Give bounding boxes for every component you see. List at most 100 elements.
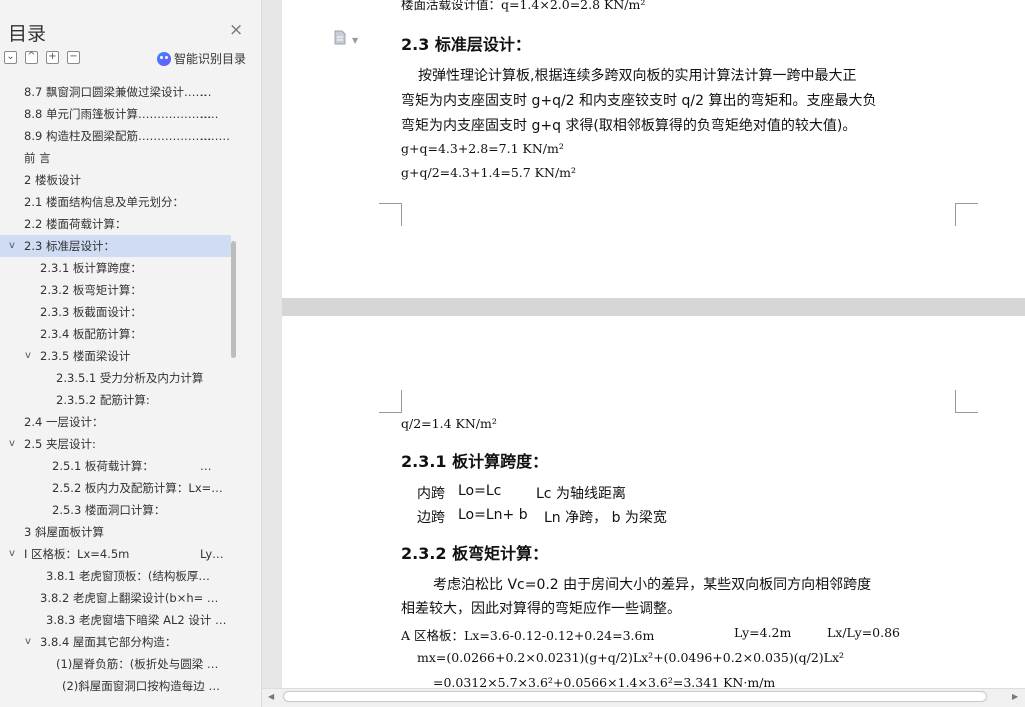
- toc-item[interactable]: 2.3.2 板弯矩计算：: [0, 279, 231, 301]
- toc-item-suffix: …: [200, 85, 212, 99]
- add-heading-icon[interactable]: +: [46, 51, 59, 64]
- toc-item[interactable]: 8.9 构造柱及圈梁配筋………………………: [0, 125, 231, 147]
- horizontal-scroll-thumb[interactable]: [283, 691, 987, 702]
- margin-corner-mark: [379, 390, 402, 413]
- toc-item-label: 3 斜屋面板计算: [24, 525, 104, 539]
- ruler-gutter: [262, 0, 282, 688]
- chevron-down-icon[interactable]: v: [9, 433, 15, 455]
- toc-item[interactable]: 2.3.3 板截面设计：: [0, 301, 231, 323]
- toc-item-label: 2.3.5 楼面梁设计: [40, 349, 131, 363]
- toc-item[interactable]: 8.8 单元门雨篷板计算……………………: [0, 103, 231, 125]
- section-heading-2-3-1: 2.3.1 板计算跨度：: [401, 452, 549, 471]
- toc-item-label: 2.3.1 板计算跨度：: [40, 261, 142, 275]
- toc-item[interactable]: 2.3.5.1 受力分析及内力计算: [0, 367, 231, 389]
- toc-item-label: 2.2 楼面荷载计算：: [24, 217, 127, 231]
- span-formula: Lo=Ln+ b: [458, 507, 528, 523]
- toc-item[interactable]: v 2.3 标准层设计：: [0, 235, 231, 257]
- toc-item[interactable]: 2 楼板设计: [0, 169, 231, 191]
- span-note: Ln 净跨， b 为梁宽: [544, 510, 667, 526]
- toc-item-label: 2.5 夹层设计:: [24, 437, 96, 451]
- toc-item[interactable]: 2.3.5.2 配筋计算:: [0, 389, 231, 411]
- toc-item[interactable]: v 2.5 夹层设计:: [0, 433, 231, 455]
- close-icon[interactable]: ×: [229, 20, 243, 40]
- remove-heading-icon[interactable]: −: [67, 51, 80, 64]
- toc-item-label: 2.3.4 板配筋计算：: [40, 327, 142, 341]
- paragraph-line: 考虑泊松比 Vc=0.2 由于房间大小的差异，某些双向板同方向相邻跨度: [433, 577, 872, 593]
- toc-scrollbar[interactable]: [231, 241, 236, 358]
- paragraph-line: 相差较大，因此对算得的弯矩应作一些调整。: [401, 601, 681, 617]
- expand-level-icon[interactable]: ^: [25, 51, 38, 64]
- margin-corner-mark: [955, 390, 978, 413]
- toc-item[interactable]: 2.3.4 板配筋计算：: [0, 323, 231, 345]
- span-note: Lc 为轴线距离: [536, 486, 626, 502]
- smart-toc-button[interactable]: 智能识别目录: [157, 50, 246, 67]
- toc-item-label: 2 楼板设计: [24, 173, 81, 187]
- paragraph-line: 弯矩为内支座固支时 g+q/2 和内支座铰支时 q/2 算出的弯矩和。支座最大负: [401, 93, 877, 109]
- toc-item[interactable]: v 3.8.4 屋面其它部分构造：: [0, 631, 231, 653]
- toc-item[interactable]: 2.2 楼面荷载计算：: [0, 213, 231, 235]
- chevron-down-icon[interactable]: ▼: [352, 36, 358, 45]
- span-formula: Lo=Lc: [458, 483, 502, 499]
- toc-item[interactable]: 3.8.2 老虎窗上翻梁设计(b×h= …: [0, 587, 231, 609]
- toc-title: 目录: [8, 23, 47, 45]
- toc-item[interactable]: 3 斜屋面板计算: [0, 521, 231, 543]
- toc-item-label: 2.5.2 板内力及配筋计算：Lx=…: [52, 481, 223, 495]
- toc-item[interactable]: 8.7 飘窗洞口圆梁兼做过梁设计………: [0, 81, 231, 103]
- toc-item[interactable]: 前 言: [0, 147, 231, 169]
- toc-item-label: 2.1 楼面结构信息及单元划分：: [24, 195, 184, 209]
- smart-toc-label: 智能识别目录: [174, 52, 247, 66]
- toc-item[interactable]: (2)斜屋面窗洞口按构造每边 …: [0, 675, 231, 697]
- toc-item-suffix: Ly…: [200, 547, 224, 561]
- toc-item-suffix: …: [200, 459, 212, 473]
- toc-item-label: 2.5.1 板荷载计算：: [52, 459, 154, 473]
- scroll-right-icon[interactable]: ▶: [1012, 692, 1018, 701]
- page-gap: [282, 298, 1025, 316]
- toc-item-label: 3.8.3 老虎窗墙下暗梁 AL2 设计 …: [46, 613, 227, 627]
- scroll-left-icon[interactable]: ◀: [268, 692, 274, 701]
- chevron-down-icon[interactable]: v: [25, 345, 31, 367]
- toc-item[interactable]: 2.4 一层设计：: [0, 411, 231, 433]
- toc-item-label: 前 言: [24, 151, 51, 165]
- toc-item[interactable]: v Ⅰ 区格板：Lx=4.5m Ly…: [0, 543, 231, 565]
- toc-item[interactable]: 2.1 楼面结构信息及单元划分：: [0, 191, 231, 213]
- cut-off-line: 楼面活载设计值：q=1.4×2.0=2.8 KN/m²: [401, 0, 646, 12]
- toc-item[interactable]: (1)屋脊负筋：(板折处与圆梁 …: [0, 653, 231, 675]
- formula-line: mx=(0.0266+0.2×0.0231)(g+q/2)Lx²+(0.0496…: [417, 650, 845, 665]
- toc-item-label: (2)斜屋面窗洞口按构造每边 …: [62, 679, 220, 693]
- toc-item-label: (1)屋脊负筋：(板折处与圆梁 …: [56, 657, 219, 671]
- toc-item-label: 2.3.3 板截面设计：: [40, 305, 142, 319]
- span-label: 内跨: [417, 486, 445, 502]
- toc-item-label: 2.3.5.2 配筋计算:: [56, 393, 150, 407]
- ai-assistant-icon: [157, 51, 171, 66]
- formula-line: g+q/2=4.3+1.4=5.7 KN/m²: [401, 165, 577, 180]
- section-heading-2-3-2: 2.3.2 板弯矩计算：: [401, 544, 549, 563]
- toc-item-label: 2.4 一层设计：: [24, 415, 104, 429]
- toc-item[interactable]: 2.5.2 板内力及配筋计算：Lx=…: [0, 477, 231, 499]
- margin-corner-mark: [955, 203, 978, 226]
- document-note-icon[interactable]: [334, 30, 346, 45]
- toc-item[interactable]: 2.5.1 板荷载计算： …: [0, 455, 231, 477]
- toc-sidebar: 目录 × ⌄ ^ + − 智能识别目录 8.7 飘窗洞口圆梁兼做过梁设计……… 8…: [0, 0, 262, 707]
- toc-item[interactable]: v 2.3.5 楼面梁设计: [0, 345, 231, 367]
- collapse-all-icon[interactable]: ⌄: [4, 51, 17, 64]
- formula-line: A 区格板：Lx=3.6-0.12-0.12+0.24=3.6m: [401, 628, 655, 643]
- paragraph-line: 按弹性理论计算板,根据连续多跨双向板的实用计算法计算一跨中最大正: [418, 68, 857, 84]
- formula-line: q/2=1.4 KN/m²: [401, 416, 497, 431]
- chevron-down-icon[interactable]: v: [25, 631, 31, 653]
- toc-item[interactable]: 3.8.1 老虎窗顶板：(结构板厚…: [0, 565, 231, 587]
- toc-item-label: 8.7 飘窗洞口圆梁兼做过梁设计……: [24, 85, 207, 99]
- paragraph-line: 弯矩为内支座固支时 g+q 求得(取相邻板算得的负弯矩绝对值的较大值)。: [401, 118, 857, 134]
- toc-item-label: 3.8.1 老虎窗顶板：(结构板厚…: [46, 569, 210, 583]
- chevron-down-icon[interactable]: v: [9, 235, 15, 257]
- toc-toolbar: ⌄ ^ + −: [4, 51, 80, 65]
- formula-line: Lx/Ly=0.86: [827, 625, 901, 640]
- toc-item-label: 2.3.5.1 受力分析及内力计算: [56, 371, 204, 385]
- toc-item-label: Ⅰ 区格板：Lx=4.5m: [24, 547, 130, 561]
- toc-item[interactable]: 2.3.1 板计算跨度：: [0, 257, 231, 279]
- toc-item-label: 3.8.4 屋面其它部分构造：: [40, 635, 177, 649]
- toc-item-suffix: …: [200, 129, 212, 143]
- toc-item-label: 2.5.3 楼面洞口计算：: [52, 503, 166, 517]
- toc-item[interactable]: 2.5.3 楼面洞口计算：: [0, 499, 231, 521]
- chevron-down-icon[interactable]: v: [9, 543, 15, 565]
- toc-item[interactable]: 3.8.3 老虎窗墙下暗梁 AL2 设计 …: [0, 609, 231, 631]
